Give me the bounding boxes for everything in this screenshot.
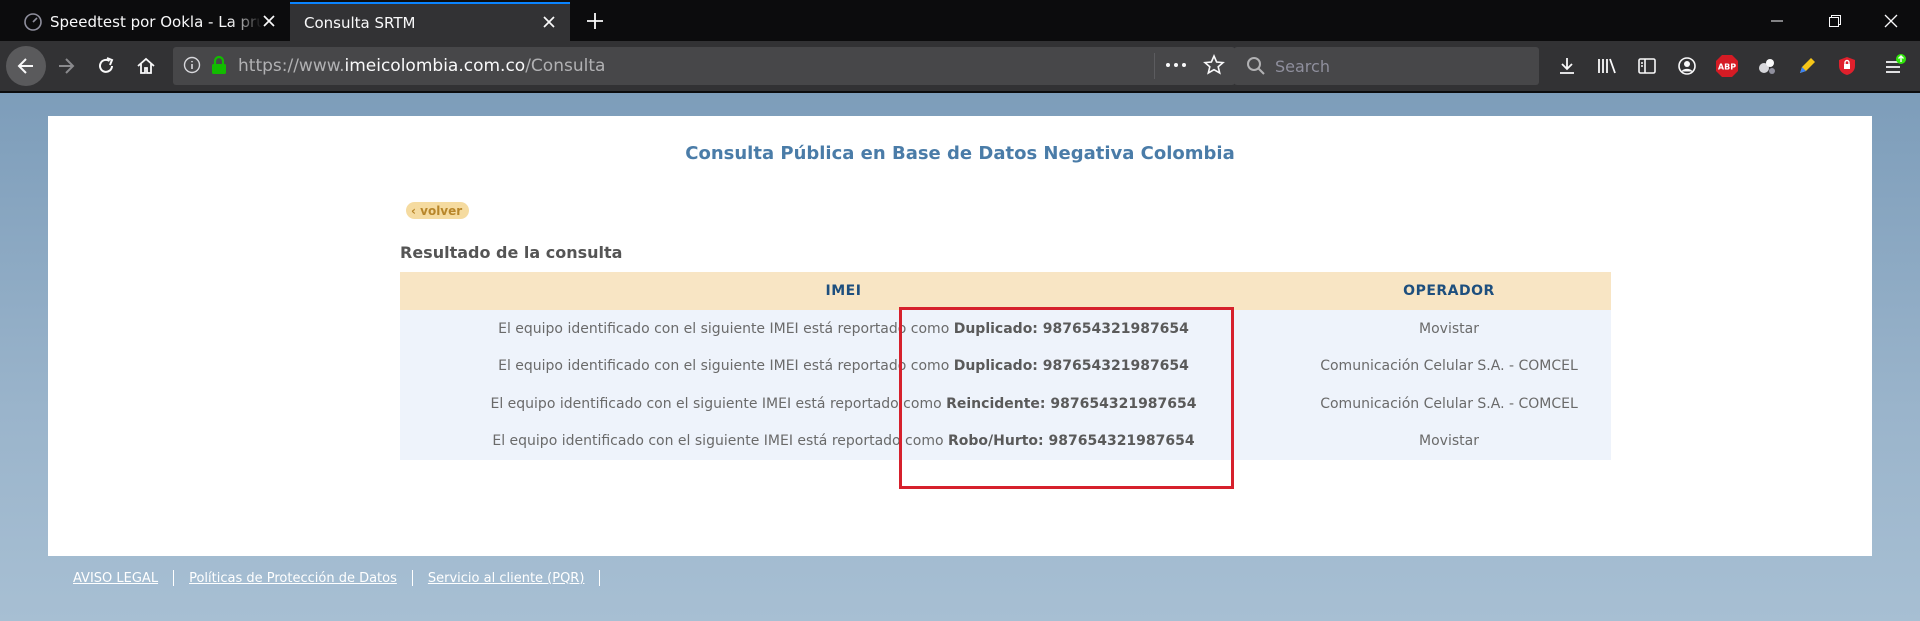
table-row: El equipo identificado con el siguiente …	[400, 422, 1611, 460]
account-icon	[1678, 57, 1696, 75]
table-header-row: IMEI OPERADOR	[400, 272, 1611, 310]
search-bar[interactable]: Search	[1234, 47, 1539, 85]
tab-bar: Speedtest por Ookla - La prueba Consulta…	[0, 0, 1920, 41]
search-input[interactable]: Search	[1275, 57, 1330, 76]
results-table: IMEI OPERADOR El equipo identificado con…	[400, 272, 1611, 460]
footer-link-servicio-cliente[interactable]: Servicio al cliente (PQR)	[428, 571, 585, 586]
report-text: El equipo identificado con el siguiente …	[492, 433, 948, 450]
operator-cell: Movistar	[1287, 310, 1611, 348]
content-panel: Consulta Pública en Base de Datos Negati…	[48, 116, 1872, 556]
search-icon	[1247, 57, 1265, 75]
report-text: El equipo identificado con el siguiente …	[498, 358, 954, 375]
close-icon	[1884, 14, 1898, 27]
footer-divider	[173, 570, 175, 586]
adblock-plus-icon: ABP	[1716, 55, 1738, 77]
report-status: Robo/Hurto: 987654321987654	[947, 433, 1195, 450]
close-tab-icon[interactable]	[538, 11, 560, 33]
pencil-extension-icon	[1800, 58, 1815, 73]
restore-icon	[1829, 14, 1841, 27]
report-status: Reincidente: 987654321987654	[946, 395, 1197, 412]
account-button[interactable]	[1671, 50, 1703, 82]
url-text: https://www.imeicolombia.com.co/Consulta	[238, 56, 605, 76]
app-menu-button[interactable]	[1879, 50, 1911, 82]
page-viewport: Consulta Pública en Base de Datos Negati…	[0, 93, 1920, 621]
speedometer-icon	[24, 13, 42, 31]
back-button[interactable]	[6, 46, 46, 86]
sidebar-button[interactable]	[1631, 50, 1663, 82]
home-icon	[137, 57, 155, 74]
close-tab-icon[interactable]	[258, 10, 280, 32]
operator-cell: Comunicación Celular S.A. - COMCEL	[1287, 347, 1611, 385]
operator-cell: Comunicación Celular S.A. - COMCEL	[1287, 385, 1611, 423]
section-title: Resultado de la consulta	[400, 243, 623, 262]
adblock-plus-button[interactable]: ABP	[1711, 50, 1743, 82]
url-host: imeicolombia.com.co	[344, 56, 526, 76]
imei-cell: El equipo identificado con el siguiente …	[400, 347, 1287, 385]
shield-extension-icon	[1839, 57, 1855, 75]
page-title: Consulta Pública en Base de Datos Negati…	[685, 143, 1235, 164]
report-text: El equipo identificado con el siguiente …	[498, 320, 954, 337]
tab-title: Consulta SRTM	[304, 13, 416, 32]
downloads-button[interactable]	[1551, 50, 1583, 82]
footer-divider	[411, 570, 413, 586]
sidebar-icon	[1638, 58, 1656, 74]
arrow-left-icon	[17, 58, 33, 74]
forward-button[interactable]	[48, 48, 84, 84]
minimize-button[interactable]	[1748, 0, 1806, 41]
footer-links: AVISO LEGAL Políticas de Protección de D…	[73, 570, 615, 586]
table-row: El equipo identificado con el siguiente …	[400, 385, 1611, 423]
column-header-operador: OPERADOR	[1287, 272, 1611, 310]
plus-icon	[587, 13, 603, 29]
new-tab-button[interactable]	[582, 8, 608, 34]
tab-consulta-srtm[interactable]: Consulta SRTM	[290, 2, 570, 41]
column-header-imei: IMEI	[400, 272, 1287, 310]
volver-button[interactable]: ‹ volver	[406, 202, 470, 219]
page-actions-icon[interactable]	[1165, 55, 1187, 75]
extension-icon	[1759, 59, 1775, 74]
download-icon	[1560, 58, 1574, 74]
imei-cell: El equipo identificado con el siguiente …	[400, 422, 1287, 460]
home-button[interactable]	[128, 48, 164, 84]
navigation-toolbar: https://www.imeicolombia.com.co/Consulta…	[0, 41, 1920, 92]
report-status: Duplicado: 987654321987654	[953, 320, 1189, 337]
tab-title: Speedtest por Ookla - La prueba	[50, 13, 262, 31]
footer-link-politicas[interactable]: Políticas de Protección de Datos	[189, 571, 397, 586]
library-icon	[1598, 58, 1616, 74]
imei-cell: El equipo identificado con el siguiente …	[400, 310, 1287, 348]
arrow-right-icon	[59, 58, 75, 74]
lock-icon	[212, 55, 226, 74]
reload-button[interactable]	[88, 48, 124, 84]
bookmark-star-icon[interactable]	[1203, 54, 1225, 76]
footer-link-aviso-legal[interactable]: AVISO LEGAL	[73, 571, 158, 586]
library-button[interactable]	[1591, 50, 1623, 82]
footer-divider	[599, 570, 601, 586]
pencil-extension-button[interactable]	[1791, 50, 1823, 82]
url-path: /Consulta	[525, 56, 606, 76]
table-row: El equipo identificado con el siguiente …	[400, 310, 1611, 348]
operator-cell: Movistar	[1287, 422, 1611, 460]
restore-button[interactable]	[1806, 0, 1864, 41]
close-window-button[interactable]	[1862, 0, 1920, 41]
menu-icon	[1886, 54, 1906, 73]
minimize-icon	[1771, 20, 1783, 21]
imei-cell: El equipo identificado con el siguiente …	[400, 385, 1287, 423]
report-status: Duplicado: 987654321987654	[953, 358, 1189, 375]
svg-text:ABP: ABP	[1718, 63, 1736, 72]
tab-speedtest[interactable]: Speedtest por Ookla - La prueba	[0, 3, 290, 41]
address-bar[interactable]: https://www.imeicolombia.com.co/Consulta	[173, 47, 1235, 85]
reload-icon	[99, 57, 114, 73]
url-divider	[1154, 53, 1155, 79]
table-row: El equipo identificado con el siguiente …	[400, 347, 1611, 385]
info-icon[interactable]	[183, 56, 201, 74]
url-prefix: https://www.	[238, 56, 345, 76]
report-text: El equipo identificado con el siguiente …	[490, 395, 947, 412]
extension-button[interactable]	[1751, 50, 1783, 82]
shield-extension-button[interactable]	[1831, 50, 1863, 82]
